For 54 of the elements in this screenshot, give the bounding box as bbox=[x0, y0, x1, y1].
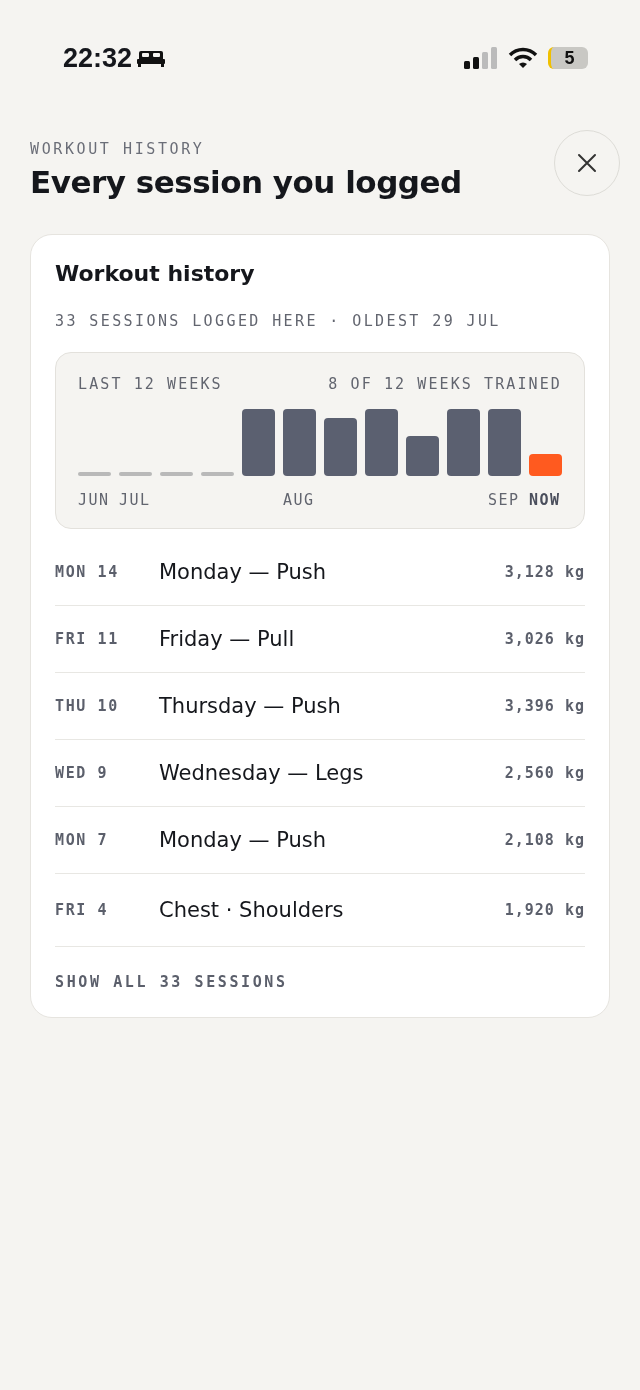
session-row[interactable]: WED 9 Wednesday — Legs 2,560 kg bbox=[55, 740, 585, 807]
card-subtitle: 33 SESSIONS LOGGED HERE · OLDEST 29 JUL bbox=[55, 312, 502, 330]
session-row[interactable]: FRI 11 Friday — Pull 3,026 kg bbox=[55, 606, 585, 673]
week-label: JUL bbox=[119, 491, 151, 509]
week-label: JUN bbox=[78, 491, 110, 509]
session-date: FRI 4 bbox=[55, 901, 110, 919]
session-date: WED 9 bbox=[55, 764, 110, 782]
eyebrow-label: WORKOUT HISTORY bbox=[30, 140, 206, 158]
session-volume: 2,108 kg bbox=[504, 831, 585, 849]
week-label: NOW bbox=[529, 491, 561, 509]
chart-caption: LAST 12 WEEKS bbox=[78, 375, 223, 393]
session-volume: 3,026 kg bbox=[504, 630, 585, 648]
session-row[interactable]: MON 7 Monday — Push 2,108 kg bbox=[55, 807, 585, 874]
signal-icon bbox=[464, 47, 498, 69]
session-date: THU 10 bbox=[55, 697, 120, 715]
clock-time: 22:32 bbox=[63, 42, 133, 74]
show-all-link[interactable]: SHOW ALL 33 SESSIONS bbox=[55, 973, 288, 991]
week-bar bbox=[406, 435, 439, 476]
session-row[interactable]: FRI 4 Chest · Shoulders 1,920 kg bbox=[55, 874, 585, 947]
current-week-bar bbox=[529, 453, 562, 476]
session-row[interactable]: THU 10 Thursday — Push 3,396 kg bbox=[55, 673, 585, 740]
session-name: Friday — Pull bbox=[159, 627, 296, 651]
rest-week-mark bbox=[119, 472, 152, 476]
rest-week-mark bbox=[160, 472, 193, 476]
bed-icon bbox=[137, 48, 166, 68]
page-title: Every session you logged bbox=[30, 164, 462, 200]
battery-level: 5 bbox=[564, 47, 575, 69]
session-volume: 3,396 kg bbox=[504, 697, 585, 715]
close-icon bbox=[577, 153, 597, 173]
session-name: Chest · Shoulders bbox=[159, 898, 345, 922]
session-date: MON 7 bbox=[55, 831, 110, 849]
session-name: Wednesday — Legs bbox=[159, 761, 365, 785]
week-bar bbox=[365, 409, 398, 476]
session-name: Thursday — Push bbox=[159, 694, 342, 718]
week-bar bbox=[447, 409, 480, 476]
wifi-icon bbox=[508, 47, 538, 69]
week-bar bbox=[242, 409, 275, 476]
rest-week-mark bbox=[78, 472, 111, 476]
week-bar bbox=[324, 417, 357, 476]
session-name: Monday — Push bbox=[159, 828, 328, 852]
session-date: MON 14 bbox=[55, 563, 120, 581]
chart-summary: 8 OF 12 WEEKS TRAINED bbox=[328, 375, 562, 393]
session-row[interactable]: MON 14 Monday — Push 3,128 kg bbox=[55, 539, 585, 606]
week-label: SEP bbox=[488, 491, 520, 509]
session-name: Monday — Push bbox=[159, 560, 328, 584]
session-volume: 2,560 kg bbox=[504, 764, 585, 782]
week-label: AUG bbox=[283, 491, 315, 509]
rest-week-mark bbox=[201, 472, 234, 476]
card-title: Workout history bbox=[55, 261, 256, 286]
session-volume: 1,920 kg bbox=[504, 901, 585, 919]
session-date: FRI 11 bbox=[55, 630, 120, 648]
week-bar bbox=[488, 409, 521, 476]
session-volume: 3,128 kg bbox=[504, 563, 585, 581]
week-bar bbox=[283, 409, 316, 476]
